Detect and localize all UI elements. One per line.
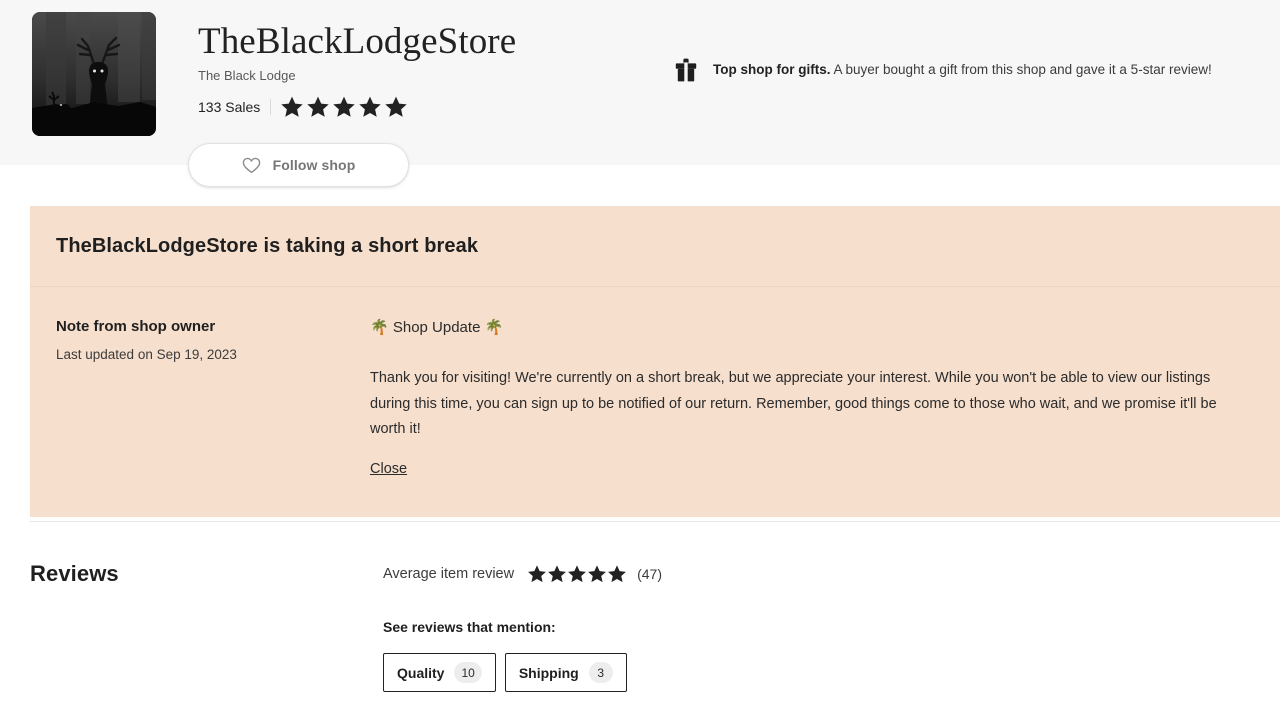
star-icon: [588, 565, 607, 583]
shop-identity: TheBlackLodgeStore The Black Lodge 133 S…: [198, 12, 516, 118]
star-icon: [548, 565, 567, 583]
top-shop-description: A buyer bought a gift from this shop and…: [833, 62, 1212, 77]
top-shop-text: Top shop for gifts. A buyer bought a gif…: [713, 61, 1212, 79]
star-icon: [608, 565, 627, 583]
mention-pill-label: Quality: [397, 664, 445, 681]
stag-forest-image: [32, 12, 156, 136]
shop-star-rating: [280, 95, 408, 119]
star-icon: [528, 565, 547, 583]
vacation-banner-body: Note from shop owner Last updated on Sep…: [30, 287, 1280, 517]
star-icon: [568, 565, 587, 583]
star-icon: [385, 96, 407, 117]
reviews-section: Reviews Average item review (47) See rev…: [30, 560, 1280, 692]
vacation-banner-header: TheBlackLodgeStore is taking a short bre…: [30, 206, 1280, 287]
shop-header-identity-group: TheBlackLodgeStore The Black Lodge 133 S…: [32, 12, 516, 136]
top-shop-headline: Top shop for gifts.: [713, 62, 831, 77]
reviews-heading: Reviews: [30, 561, 119, 586]
shop-name: TheBlackLodgeStore: [198, 21, 517, 62]
star-icon: [359, 96, 381, 117]
note-content-column: 🌴 Shop Update 🌴 Thank you for visiting! …: [370, 317, 1280, 479]
note-last-updated: Last updated on Sep 19, 2023: [56, 347, 237, 362]
note-content-body: Thank you for visiting! We're currently …: [370, 370, 1217, 437]
shop-stats: 133 Sales: [198, 96, 516, 118]
mention-pill-list: Quality 10 Shipping 3: [383, 653, 1280, 692]
top-shop-badge: Top shop for gifts. A buyer bought a gif…: [675, 58, 1212, 82]
average-review-row: Average item review (47): [383, 563, 1280, 585]
mention-pill-count: 10: [454, 662, 482, 683]
reviews-main-column: Average item review (47) See reviews tha…: [383, 560, 1280, 692]
vacation-heading: TheBlackLodgeStore is taking a short bre…: [56, 234, 479, 257]
shop-subtitle: The Black Lodge: [198, 68, 296, 83]
star-icon: [281, 96, 303, 117]
mention-pill[interactable]: Quality 10: [383, 653, 496, 692]
note-content-heading: 🌴 Shop Update 🌴: [370, 319, 504, 336]
follow-shop-button[interactable]: Follow shop: [188, 143, 409, 187]
reviews-title-column: Reviews: [30, 560, 383, 692]
follow-shop-label: Follow shop: [272, 157, 356, 173]
reviews-section-divider: [30, 521, 1280, 522]
star-icon: [307, 96, 329, 117]
mention-pill-label: Shipping: [518, 664, 579, 681]
review-count: (47): [637, 566, 663, 582]
star-icon: [333, 96, 355, 117]
note-meta-column: Note from shop owner Last updated on Sep…: [30, 317, 370, 479]
stats-divider: [270, 99, 272, 115]
shop-avatar[interactable]: [32, 12, 156, 136]
average-review-stars: [527, 564, 627, 584]
shop-header: TheBlackLodgeStore The Black Lodge 133 S…: [0, 0, 1280, 165]
mention-pill[interactable]: Shipping 3: [504, 653, 627, 692]
average-review-label: Average item review: [383, 566, 515, 582]
vacation-banner: TheBlackLodgeStore is taking a short bre…: [30, 206, 1280, 517]
gift-icon: [675, 58, 697, 82]
shop-sales-count: 133 Sales: [198, 99, 261, 115]
heart-icon: [242, 157, 260, 173]
note-close-link[interactable]: Close: [370, 459, 407, 479]
note-title: Note from shop owner: [56, 318, 216, 335]
mention-pill-count: 3: [588, 662, 613, 683]
mentions-label: See reviews that mention:: [383, 619, 556, 635]
